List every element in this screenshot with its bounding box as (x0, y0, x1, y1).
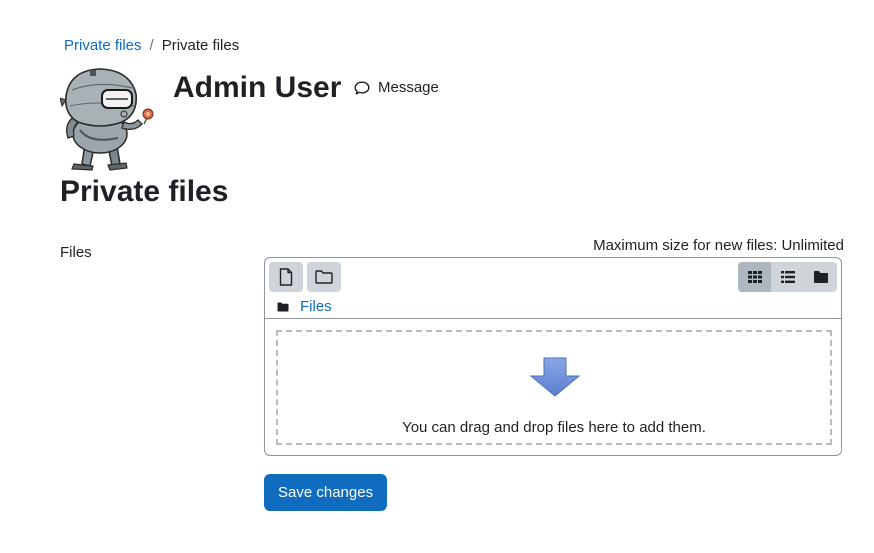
view-mode-group (738, 262, 837, 292)
folder-tree-icon (813, 271, 828, 283)
breadcrumb: Private files / Private files (64, 37, 239, 55)
file-manager-divider (265, 318, 841, 319)
drop-zone[interactable]: You can drag and drop files here to add … (276, 330, 832, 445)
breadcrumb-item-private-files[interactable]: Private files (64, 37, 142, 55)
chat-bubble-icon (354, 81, 370, 94)
folder-icon (277, 302, 289, 311)
max-size-text: Maximum size for new files: Unlimited (593, 237, 844, 254)
view-icons-button[interactable] (738, 262, 771, 292)
breadcrumb-separator: / (149, 37, 154, 54)
message-label: Message (378, 79, 439, 96)
drop-arrow-icon (530, 357, 580, 397)
view-list-button[interactable] (771, 262, 804, 292)
file-manager-toolbar (269, 262, 837, 292)
files-field-label: Files (60, 244, 92, 261)
user-name: Admin User (173, 71, 342, 104)
file-manager: Files You can drag and drop files here t… (264, 257, 842, 456)
breadcrumb-current: Private files (161, 37, 240, 54)
robot-avatar-image (59, 68, 154, 171)
folder-icon (315, 270, 333, 284)
list-icon (780, 271, 795, 283)
drop-zone-text: You can drag and drop files here to add … (402, 419, 706, 436)
page-title: Private files (60, 175, 229, 208)
grid-icon (747, 271, 762, 283)
file-manager-path: Files (277, 298, 332, 315)
create-folder-button[interactable] (307, 262, 341, 292)
avatar (59, 66, 160, 172)
path-files-link[interactable]: Files (300, 298, 332, 315)
save-changes-button[interactable]: Save changes (264, 474, 388, 511)
message-button[interactable]: Message (354, 79, 439, 96)
file-icon (279, 268, 293, 286)
add-file-button[interactable] (269, 262, 303, 292)
view-tree-button[interactable] (804, 262, 837, 292)
